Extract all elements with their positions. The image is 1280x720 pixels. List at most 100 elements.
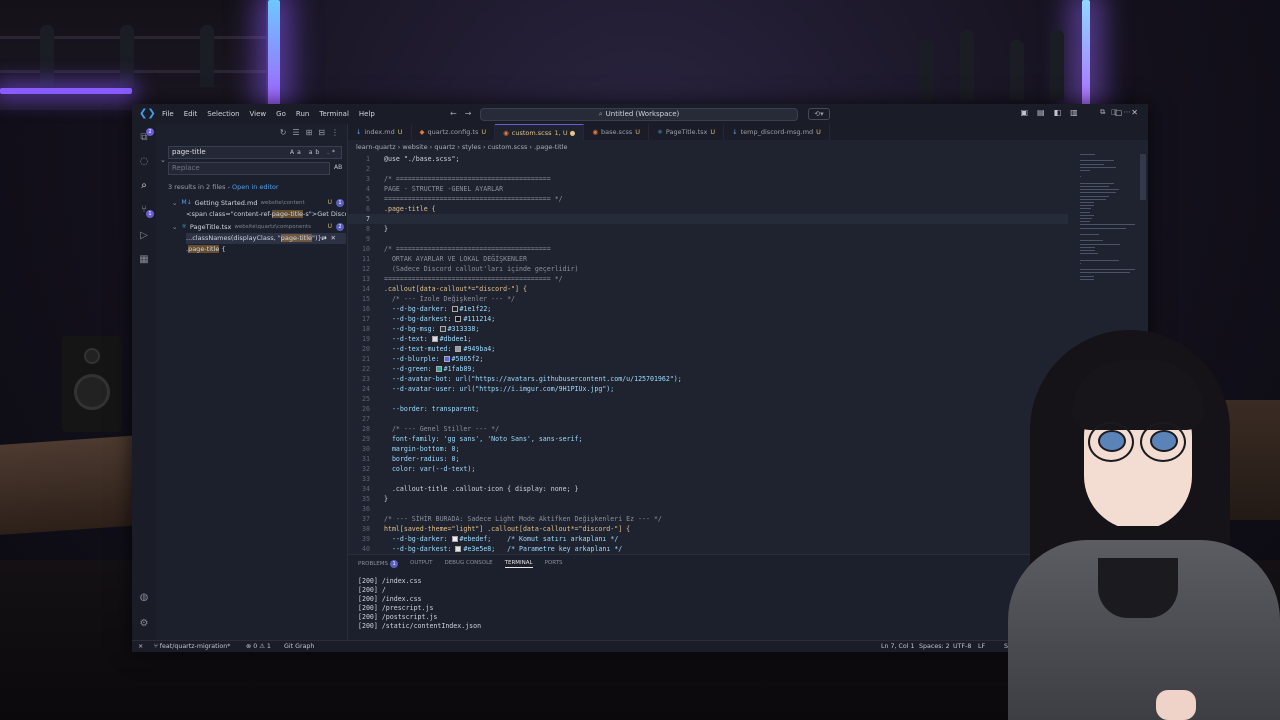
code-line[interactable]: 3 /* ====================================… <box>348 174 1068 184</box>
code-line[interactable]: 12 (Sadece Discord callout'ları içinde g… <box>348 264 1068 274</box>
new-search-editor-icon[interactable]: ⊞ <box>306 128 313 137</box>
refresh-icon[interactable]: ↻ <box>280 128 287 137</box>
code-line[interactable]: 20 --d-text-muted: #949ba4; <box>348 344 1068 354</box>
menu-terminal[interactable]: Terminal <box>314 110 354 118</box>
open-changes-icon[interactable]: ⧉ <box>1100 108 1111 116</box>
code-line[interactable]: 23 --d-avatar-bot: url("https://avatars.… <box>348 374 1068 384</box>
code-line[interactable]: 18 --d-bg-msg: #313338; <box>348 324 1068 334</box>
menu-file[interactable]: File <box>157 110 179 118</box>
tab-base-scss[interactable]: ◉ base.scss U <box>584 124 650 140</box>
search-input[interactable]: page-title Aa ab .* <box>168 146 342 159</box>
match-actions[interactable]: ⇄✕ <box>321 233 340 244</box>
tab-problems[interactable]: PROBLEMS 1 <box>358 560 399 568</box>
color-swatch-icon[interactable] <box>455 346 462 352</box>
minimap[interactable] <box>1080 154 1140 314</box>
customize-layout-icon[interactable]: ▥ <box>1070 108 1078 117</box>
more-actions-icon[interactable]: ⋯ <box>1124 108 1137 116</box>
tab-index-md[interactable]: ↓ index.md U <box>348 124 412 140</box>
code-line[interactable]: 34 .callout-title .callout-icon { displa… <box>348 484 1068 494</box>
cursor-position[interactable]: Ln 7, Col 1 <box>881 643 915 650</box>
menu-selection[interactable]: Selection <box>202 110 244 118</box>
code-line[interactable]: 21 --d-blurple: #5865f2; <box>348 354 1068 364</box>
code-line[interactable]: 36 <box>348 504 1068 514</box>
color-swatch-icon[interactable] <box>431 336 438 342</box>
color-swatch-icon[interactable] <box>455 316 462 322</box>
encoding[interactable]: UTF-8 <box>953 643 971 650</box>
view-as-tree-icon[interactable]: ⋮ <box>331 128 339 137</box>
code-line[interactable]: 13 ======================================… <box>348 274 1068 284</box>
code-line[interactable]: 28 /* --- Genel Stiller --- */ <box>348 424 1068 434</box>
code-line[interactable]: 15 /* --- İzole Değişkenler --- */ <box>348 294 1068 304</box>
code-line[interactable]: 16 --d-bg-darker: #1e1f22; <box>348 304 1068 314</box>
menu-edit[interactable]: Edit <box>179 110 203 118</box>
editor-scrollbar[interactable] <box>1140 154 1146 200</box>
toggle-sidebar-icon[interactable]: ▣ <box>1020 108 1028 117</box>
code-line[interactable]: 19 --d-text: #dbdee1; <box>348 334 1068 344</box>
nav-arrows[interactable]: ←→ <box>450 109 479 118</box>
color-swatch-icon[interactable] <box>455 546 462 552</box>
chat-icon[interactable]: ◌ <box>138 156 150 168</box>
color-swatch-icon[interactable] <box>451 536 458 542</box>
code-line[interactable]: 1 @use "./base.scss"; <box>348 154 1068 164</box>
color-swatch-icon[interactable] <box>451 306 458 312</box>
code-line[interactable]: 7 <box>348 214 1068 224</box>
search-match[interactable]: .page-title { <box>186 244 346 255</box>
run-debug-icon[interactable]: ▷ <box>138 230 150 242</box>
code-line[interactable]: 11 ORTAK AYARLAR VE LOKAL DEĞİŞKENLER <box>348 254 1068 264</box>
unsaved-dot-icon[interactable]: ● <box>568 129 576 137</box>
code-line[interactable]: 35} <box>348 494 1068 504</box>
code-line[interactable]: 26 --border: transparent; <box>348 404 1068 414</box>
code-line[interactable]: 32 color: var(--d-text); <box>348 464 1068 474</box>
clear-results-icon[interactable]: ☰ <box>292 128 299 137</box>
code-line[interactable]: 14 .callout[data-callout*="discord-"] { <box>348 284 1068 294</box>
menu-go[interactable]: Go <box>271 110 291 118</box>
tab-output[interactable]: OUTPUT <box>410 560 432 568</box>
result-file[interactable]: ⌄ ⚛ PageTitle.tsx website\quartz\compone… <box>172 221 346 232</box>
color-swatch-icon[interactable] <box>443 356 450 362</box>
problems-status[interactable]: ⊗ 0 ⚠ 1 <box>246 643 271 650</box>
code-line[interactable]: 17 --d-bg-darkest: #111214; <box>348 314 1068 324</box>
color-swatch-icon[interactable] <box>435 366 442 372</box>
code-line[interactable]: 8} <box>348 224 1068 234</box>
code-line[interactable]: 29 font-family: 'gg sans', 'Noto Sans', … <box>348 434 1068 444</box>
code-line[interactable]: 22 --d-green: #1fab89; <box>348 364 1068 374</box>
replace-input[interactable]: Replace <box>168 162 330 175</box>
code-editor[interactable]: 1 @use "./base.scss"; 2 3/* ===============… <box>348 154 1068 554</box>
code-line[interactable]: 39 --d-bg-darker: #ebedef; /* Komut satı… <box>348 534 1068 544</box>
code-line[interactable]: 27 <box>348 414 1068 424</box>
breadcrumb[interactable]: learn-quartz › website › quartz › styles… <box>356 143 567 151</box>
open-in-editor-link[interactable]: Open in editor <box>232 183 279 191</box>
tab-quartz-config-ts[interactable]: ◆ quartz.config.ts U <box>412 124 496 140</box>
code-line[interactable]: 24 --d-avatar-user: url("https://i.imgur… <box>348 384 1068 394</box>
code-line[interactable]: 9 <box>348 234 1068 244</box>
chevron-down-icon[interactable]: ⌄ <box>172 223 177 231</box>
menu-view[interactable]: View <box>245 110 272 118</box>
code-line[interactable]: 6 .page-title { <box>348 204 1068 214</box>
replace-all-icon[interactable]: AB <box>334 164 342 171</box>
collapse-all-icon[interactable]: ⊟ <box>318 128 325 137</box>
tab-custom-scss[interactable]: ◉ custom.scss 1, U ● <box>495 124 585 140</box>
tab-pagetitle-tsx[interactable]: ⚛ PageTitle.tsx U <box>649 124 725 140</box>
copilot-button[interactable]: ⟲▾ <box>808 108 830 120</box>
code-line[interactable]: 38 html[saved-theme="light"] .callout[dat… <box>348 524 1068 534</box>
forward-arrow-icon[interactable]: → <box>465 109 480 118</box>
search-options[interactable]: Aa ab .* <box>290 147 338 158</box>
tab-debug-console[interactable]: DEBUG CONSOLE <box>444 560 492 568</box>
toggle-panel-icon[interactable]: ▤ <box>1037 108 1045 117</box>
menu-help[interactable]: Help <box>354 110 380 118</box>
split-editor-icon[interactable]: ◫ <box>1111 108 1124 116</box>
chevron-down-icon[interactable]: ⌄ <box>172 199 177 207</box>
git-branch[interactable]: ⑂ feat/quartz-migration* <box>154 643 230 650</box>
tab-terminal[interactable]: TERMINAL <box>504 560 533 568</box>
indentation[interactable]: Spaces: 2 <box>919 643 950 650</box>
remote-icon[interactable]: ⨯ <box>138 643 143 650</box>
menu-run[interactable]: Run <box>291 110 314 118</box>
tab-ports[interactable]: PORTS <box>545 560 563 568</box>
code-line[interactable]: 2 <box>348 164 1068 174</box>
color-swatch-icon[interactable] <box>439 326 446 332</box>
code-line[interactable]: 31 border-radius: 0; <box>348 454 1068 464</box>
code-line[interactable]: 25 <box>348 394 1068 404</box>
tab-temp-discord-msg-md[interactable]: ↓ temp_discord-msg.md U <box>724 124 830 140</box>
code-line[interactable]: 10 /* ===================================… <box>348 244 1068 254</box>
end-of-line[interactable]: LF <box>978 643 985 650</box>
